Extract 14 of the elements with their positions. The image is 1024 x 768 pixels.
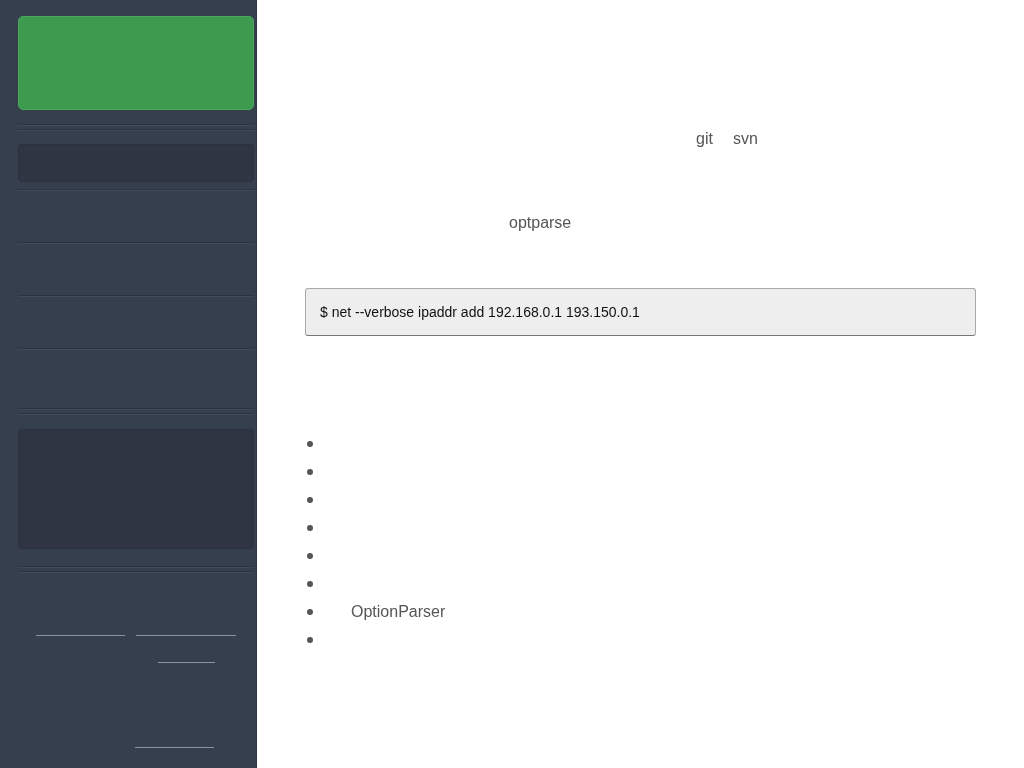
code-term: optparse [509,213,573,233]
code-term: svn [732,129,758,149]
list-item-text: OptionParser [351,602,446,622]
bullet-icon [307,581,313,587]
bullet-icon [307,469,313,475]
logo-block[interactable] [18,16,254,110]
bullet-icon [307,525,313,531]
bullet-icon [307,497,313,503]
bullet-icon [307,441,313,447]
bullet-icon [307,637,313,643]
code-term: git [696,129,713,149]
bullet-icon [307,609,313,615]
bullet-icon [307,553,313,559]
code-block: $ net --verbose ipaddr add 192.168.0.1 193.150.0.1 [305,288,976,336]
